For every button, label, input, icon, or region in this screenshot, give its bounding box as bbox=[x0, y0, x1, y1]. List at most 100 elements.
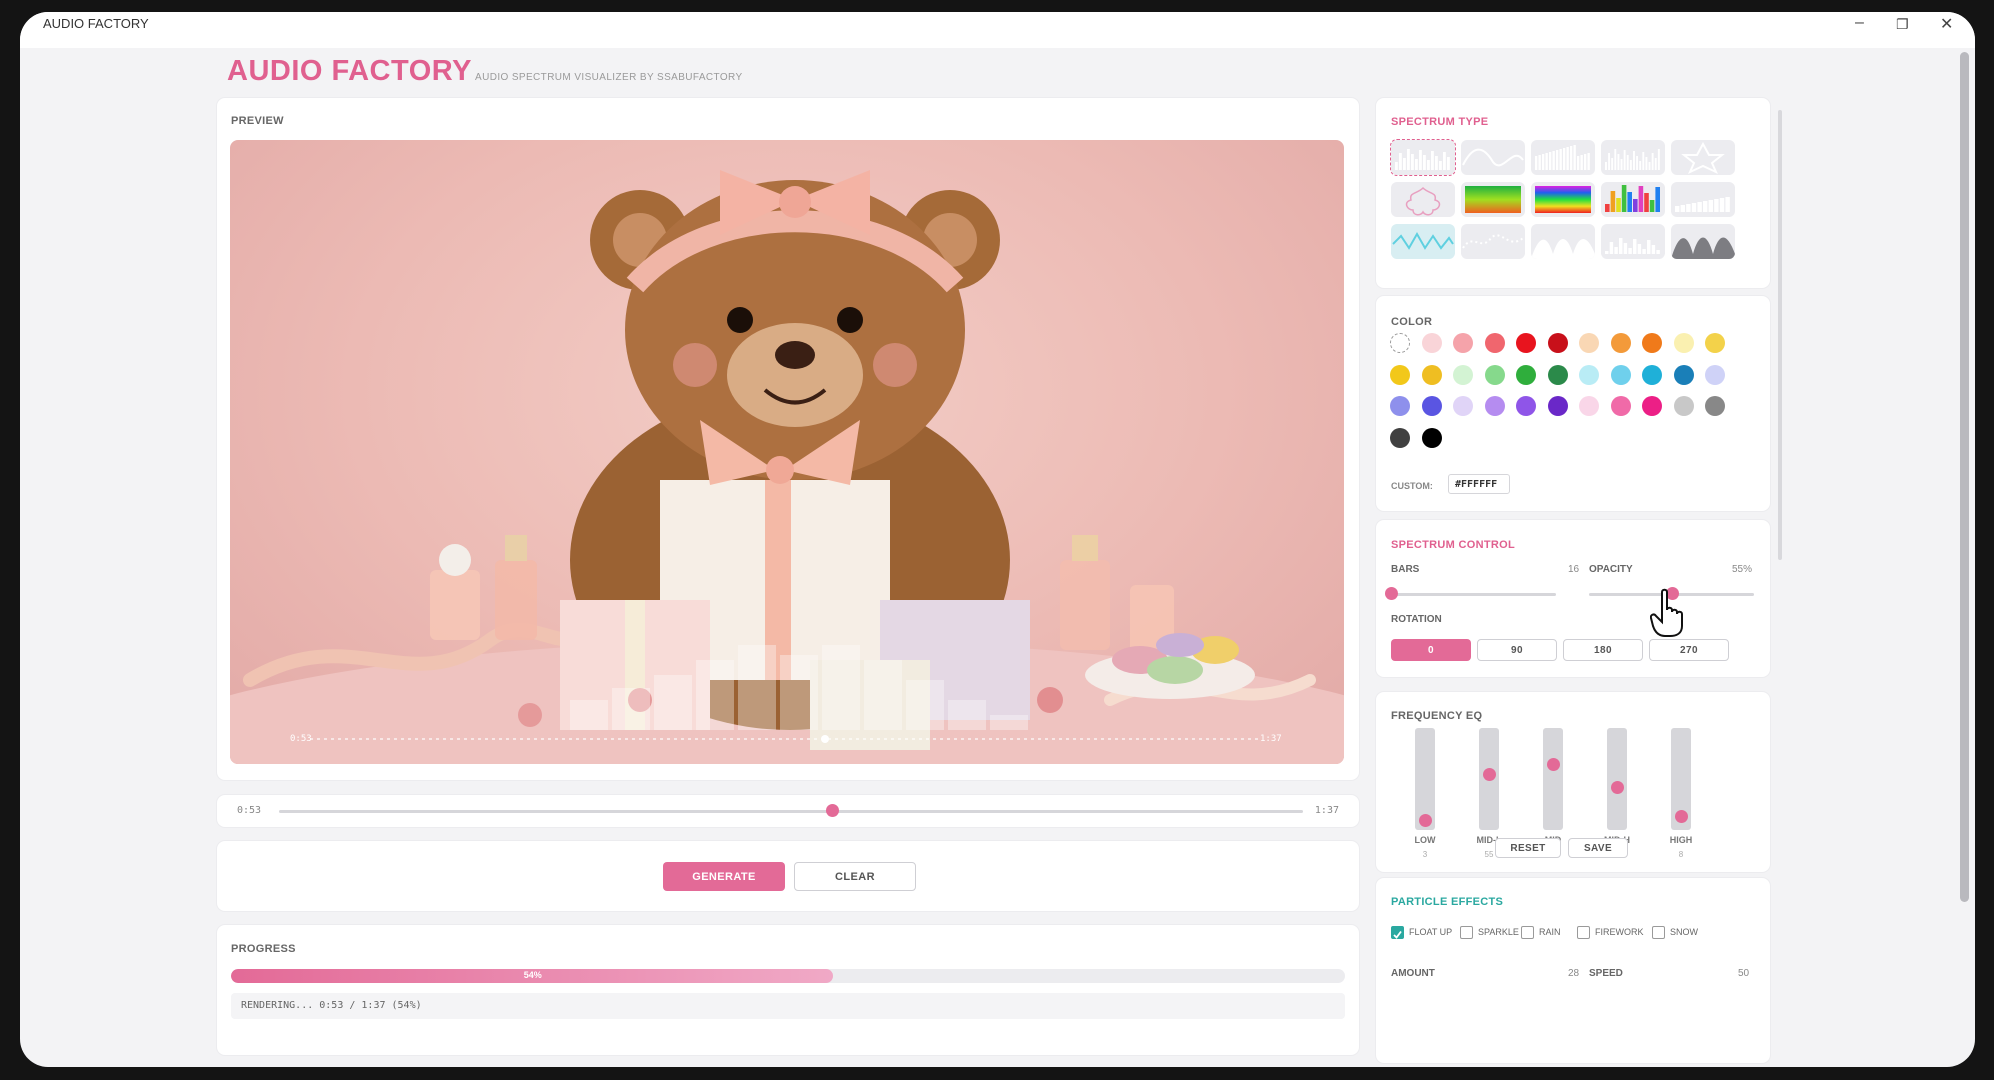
particle-checkbox-float-up[interactable] bbox=[1391, 926, 1404, 939]
color-swatch[interactable] bbox=[1673, 364, 1694, 385]
rotation-label: ROTATION bbox=[1391, 614, 1442, 625]
bars-slider-thumb[interactable] bbox=[1385, 587, 1398, 600]
spectrum-style-preview-icon bbox=[1535, 186, 1591, 213]
particle-option-label: RAIN bbox=[1539, 927, 1561, 937]
spectrum-style-small-bars[interactable] bbox=[1601, 224, 1665, 259]
rotation-option-180[interactable]: 180 bbox=[1563, 639, 1643, 661]
eq-label: FREQUENCY EQ bbox=[1391, 710, 1483, 722]
eq-thumb-high[interactable] bbox=[1675, 809, 1688, 823]
particle-checkbox-firework[interactable] bbox=[1577, 926, 1590, 939]
window-title: AUDIO FACTORY bbox=[43, 16, 149, 31]
color-swatch[interactable] bbox=[1642, 396, 1662, 416]
eq-thumb-mid[interactable] bbox=[1547, 758, 1560, 772]
custom-color-label: CUSTOM: bbox=[1391, 481, 1433, 491]
spectrum-style-light-bars[interactable] bbox=[1671, 182, 1735, 217]
color-swatch[interactable] bbox=[1484, 333, 1505, 353]
eq-reset-button[interactable]: RESET bbox=[1495, 838, 1561, 858]
color-swatch[interactable] bbox=[1579, 333, 1599, 353]
spectrum-style-mirror-bars[interactable] bbox=[1531, 140, 1595, 175]
panel-scrollbar[interactable] bbox=[1778, 110, 1782, 560]
color-swatch[interactable] bbox=[1705, 364, 1725, 385]
app-title: AUDIO FACTORY bbox=[227, 55, 472, 87]
color-swatch[interactable] bbox=[1421, 396, 1442, 416]
spectrum-style-cyan-wave[interactable] bbox=[1391, 224, 1455, 259]
eq-save-button[interactable]: SAVE bbox=[1568, 838, 1628, 858]
color-swatch[interactable] bbox=[1484, 364, 1505, 385]
color-swatch[interactable] bbox=[1610, 396, 1631, 416]
generate-button[interactable]: GENERATE bbox=[663, 862, 785, 891]
eq-thumb-low[interactable] bbox=[1419, 814, 1432, 828]
spectrum-style-preview-icon bbox=[1605, 185, 1660, 212]
spectrum-style-bars[interactable] bbox=[1390, 139, 1456, 176]
particle-effects-card: PARTICLE EFFECTS FLOAT UP SPARKLE RAIN FIRE… bbox=[1376, 878, 1770, 1063]
color-swatch[interactable] bbox=[1610, 333, 1631, 353]
eq-track-high[interactable] bbox=[1671, 728, 1691, 830]
eq-track-mid-l[interactable] bbox=[1479, 728, 1499, 830]
spectrum-style-dark-hills[interactable] bbox=[1671, 224, 1735, 259]
spectrum-style-rainbow[interactable] bbox=[1531, 182, 1595, 217]
color-swatch[interactable] bbox=[1453, 396, 1473, 416]
spectrum-style-star[interactable] bbox=[1671, 140, 1735, 175]
spectrum-style-preview-icon bbox=[1405, 186, 1441, 216]
color-swatch[interactable] bbox=[1547, 333, 1568, 353]
eq-track-mid[interactable] bbox=[1543, 728, 1563, 830]
particle-checkbox-sparkle[interactable] bbox=[1460, 926, 1473, 939]
color-swatch[interactable] bbox=[1642, 364, 1662, 385]
color-swatch[interactable] bbox=[1673, 333, 1694, 353]
restore-icon[interactable]: ❐ bbox=[1896, 16, 1909, 33]
spectrum-style-gradient-green[interactable] bbox=[1461, 182, 1525, 217]
color-swatch[interactable] bbox=[1421, 333, 1442, 353]
color-swatch[interactable] bbox=[1579, 364, 1599, 385]
eq-track-low[interactable] bbox=[1415, 728, 1435, 830]
color-swatch[interactable] bbox=[1453, 364, 1473, 385]
rotation-option-270[interactable]: 270 bbox=[1649, 639, 1729, 661]
particle-checkbox-snow[interactable] bbox=[1652, 926, 1665, 939]
spectrum-style-hills[interactable] bbox=[1531, 224, 1595, 259]
color-swatch[interactable] bbox=[1421, 427, 1442, 448]
overlay-time-end: 1:37 bbox=[1260, 734, 1282, 744]
spectrum-style-wave[interactable] bbox=[1461, 140, 1525, 175]
window-scrollbar[interactable] bbox=[1960, 52, 1969, 902]
custom-color-value: #FFFFFF bbox=[1455, 479, 1498, 490]
color-swatch[interactable] bbox=[1390, 427, 1410, 448]
seek-track[interactable] bbox=[279, 810, 1303, 813]
close-icon[interactable]: ✕ bbox=[1940, 14, 1953, 34]
eq-band-name: LOW bbox=[1414, 835, 1436, 845]
color-swatch[interactable] bbox=[1390, 364, 1410, 385]
bars-slider-track[interactable] bbox=[1391, 593, 1556, 596]
particle-option-label: FIREWORK bbox=[1595, 927, 1644, 937]
color-swatch[interactable] bbox=[1547, 396, 1568, 416]
color-swatch[interactable] bbox=[1390, 333, 1410, 353]
color-swatch[interactable] bbox=[1421, 364, 1442, 385]
eq-thumb-mid-l[interactable] bbox=[1483, 768, 1496, 782]
clear-button[interactable]: CLEAR bbox=[794, 862, 916, 891]
spectrum-style-dotted-wave[interactable] bbox=[1461, 224, 1525, 259]
spectrum-style-rainbow-bars[interactable] bbox=[1601, 182, 1665, 217]
spectrum-style-dense-bars[interactable] bbox=[1601, 140, 1665, 175]
color-swatch[interactable] bbox=[1516, 396, 1536, 416]
minimize-icon[interactable]: – bbox=[1855, 14, 1864, 32]
color-swatch[interactable] bbox=[1579, 396, 1599, 416]
seek-thumb[interactable] bbox=[825, 804, 839, 817]
spectrum-style-preview-icon bbox=[1535, 145, 1590, 170]
color-swatch[interactable] bbox=[1453, 333, 1473, 353]
color-swatch[interactable] bbox=[1705, 396, 1725, 416]
color-swatch[interactable] bbox=[1484, 396, 1505, 416]
color-swatch[interactable] bbox=[1547, 364, 1568, 385]
color-swatch[interactable] bbox=[1642, 333, 1662, 353]
preview-card: PREVIEW 0:53 1:37 bbox=[217, 98, 1359, 780]
eq-thumb-mid-h[interactable] bbox=[1611, 781, 1624, 795]
eq-track-mid-h[interactable] bbox=[1607, 728, 1627, 830]
progress-bar: 54% bbox=[231, 969, 1345, 983]
particle-checkbox-rain[interactable] bbox=[1521, 926, 1534, 939]
color-swatch[interactable] bbox=[1705, 333, 1725, 353]
color-swatch[interactable] bbox=[1390, 396, 1410, 416]
spectrum-style-flower[interactable] bbox=[1391, 182, 1455, 217]
rotation-option-90[interactable]: 90 bbox=[1477, 639, 1557, 661]
color-swatch[interactable] bbox=[1516, 333, 1536, 353]
color-swatch[interactable] bbox=[1673, 396, 1694, 416]
rotation-option-0[interactable]: 0 bbox=[1391, 639, 1471, 661]
custom-color-input[interactable]: #FFFFFF bbox=[1448, 474, 1510, 494]
color-swatch[interactable] bbox=[1516, 364, 1536, 385]
color-swatch[interactable] bbox=[1610, 364, 1631, 385]
